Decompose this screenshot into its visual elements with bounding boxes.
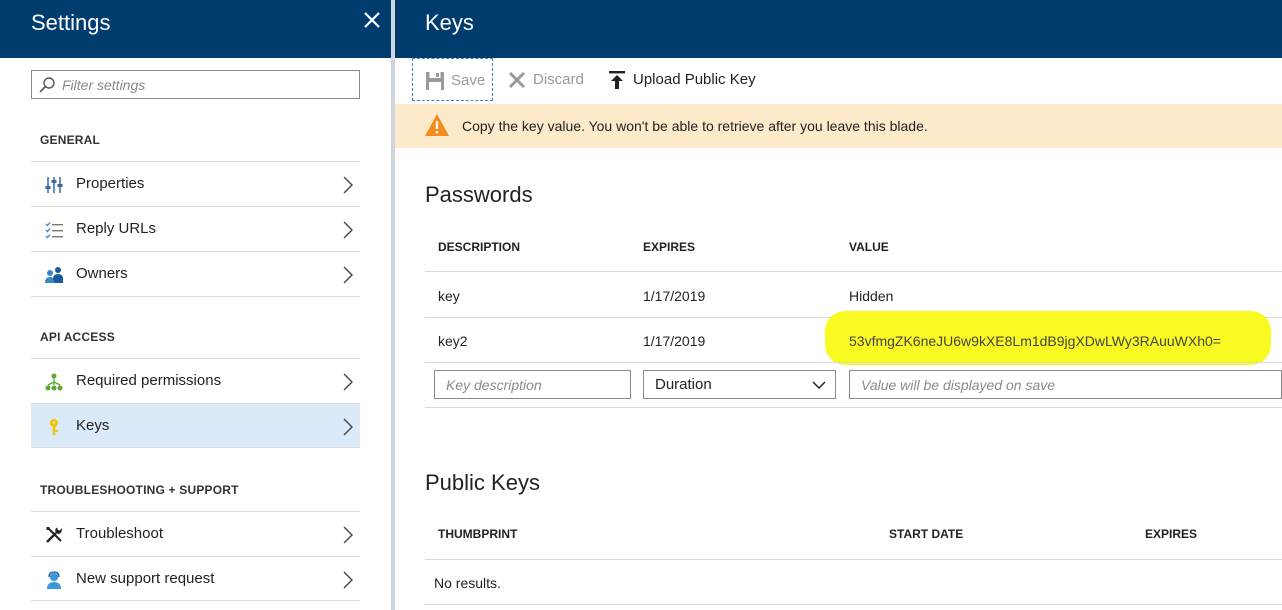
value-input[interactable] xyxy=(850,371,1281,398)
sidebar-item-keys[interactable]: Keys xyxy=(31,403,360,448)
chevron-right-icon xyxy=(343,266,353,284)
sidebar-item-label: Keys xyxy=(76,417,110,434)
chevron-right-icon xyxy=(343,373,353,391)
sidebar-item-required-permissions[interactable]: Required permissions xyxy=(31,358,360,403)
key-value: Hidden xyxy=(849,288,894,304)
passwords-heading: Passwords xyxy=(425,182,533,207)
filter-settings-field[interactable] xyxy=(31,70,360,99)
chevron-right-icon xyxy=(343,526,353,544)
section-troubleshooting: TROUBLESHOOTING + SUPPORT xyxy=(40,483,239,497)
upload-icon xyxy=(609,71,625,89)
sidebar-item-label: Reply URLs xyxy=(76,220,157,237)
column-header-value: VALUE xyxy=(849,240,889,254)
discard-button[interactable]: Discard xyxy=(507,58,597,101)
sidebar-item-properties[interactable]: Properties xyxy=(31,161,360,206)
value-field[interactable] xyxy=(849,370,1282,399)
discard-label: Discard xyxy=(533,71,584,88)
chevron-right-icon xyxy=(343,571,353,589)
divider xyxy=(425,604,1282,605)
warning-icon xyxy=(425,114,449,136)
key-value[interactable]: 53vfmgZK6neJU6w9kXE8Lm1dB9jgXDwLWy3RAuuW… xyxy=(849,333,1221,349)
keys-blade: Keys Save Discard Upload Public Key Copy… xyxy=(395,0,1282,610)
warning-text: Copy the key value. You won't be able to… xyxy=(462,118,928,134)
discard-icon xyxy=(508,71,526,89)
sidebar-item-label: New support request xyxy=(76,570,215,587)
no-results-text: No results. xyxy=(434,575,501,591)
sidebar-item-label: Owners xyxy=(76,265,128,282)
sidebar-item-label: Properties xyxy=(76,175,145,192)
keys-header: Keys xyxy=(395,0,1282,58)
key-description-input[interactable] xyxy=(435,371,630,398)
owners-icon xyxy=(45,267,63,283)
column-header-thumbprint: THUMBPRINT xyxy=(438,527,518,541)
divider xyxy=(425,271,1282,272)
properties-icon xyxy=(45,177,63,193)
sidebar-item-troubleshoot[interactable]: Troubleshoot xyxy=(31,511,360,556)
duration-select[interactable]: Duration xyxy=(643,370,836,399)
divider xyxy=(425,407,1282,408)
upload-public-key-button[interactable]: Upload Public Key xyxy=(607,58,767,101)
key-description: key2 xyxy=(438,333,468,349)
save-button[interactable]: Save xyxy=(412,58,493,101)
settings-header: Settings xyxy=(0,0,391,58)
close-icon[interactable] xyxy=(362,10,382,30)
chevron-right-icon xyxy=(343,418,353,436)
column-header-description: DESCRIPTION xyxy=(438,240,521,254)
chevron-down-icon xyxy=(812,381,826,390)
sidebar-item-label: Required permissions xyxy=(76,372,222,389)
upload-label: Upload Public Key xyxy=(633,71,756,88)
section-api-access: API ACCESS xyxy=(40,330,115,344)
key-description-field[interactable] xyxy=(434,370,631,399)
settings-blade: Settings GENERAL Properties xyxy=(0,0,391,610)
support-icon xyxy=(47,571,61,589)
key-description: key xyxy=(438,288,460,304)
divider xyxy=(425,362,1282,363)
column-header-expires: EXPIRES xyxy=(1145,527,1198,541)
save-icon xyxy=(426,72,444,90)
key-icon xyxy=(50,419,58,435)
save-label: Save xyxy=(451,72,486,89)
section-general: GENERAL xyxy=(40,133,101,147)
warning-banner: Copy the key value. You won't be able to… xyxy=(395,104,1282,148)
sidebar-item-owners[interactable]: Owners xyxy=(31,251,360,296)
list-icon xyxy=(45,222,63,239)
permissions-icon xyxy=(45,373,63,391)
divider xyxy=(425,559,1282,560)
chevron-right-icon xyxy=(343,221,353,239)
chevron-right-icon xyxy=(343,176,353,194)
key-expires: 1/17/2019 xyxy=(643,288,706,304)
sidebar-item-reply-urls[interactable]: Reply URLs xyxy=(31,206,360,251)
settings-title: Settings xyxy=(31,10,111,35)
column-header-expires: EXPIRES xyxy=(643,240,696,254)
key-expires: 1/17/2019 xyxy=(643,333,706,349)
filter-settings-input[interactable] xyxy=(62,74,352,96)
public-keys-heading: Public Keys xyxy=(425,470,540,495)
column-header-start-date: START DATE xyxy=(889,527,964,541)
search-icon xyxy=(39,77,55,93)
duration-value: Duration xyxy=(655,376,712,393)
sidebar-item-label: Troubleshoot xyxy=(76,525,163,542)
sidebar-item-new-support-request[interactable]: New support request xyxy=(31,556,360,601)
keys-title: Keys xyxy=(425,10,474,35)
divider xyxy=(31,296,360,297)
tools-icon xyxy=(46,527,62,543)
